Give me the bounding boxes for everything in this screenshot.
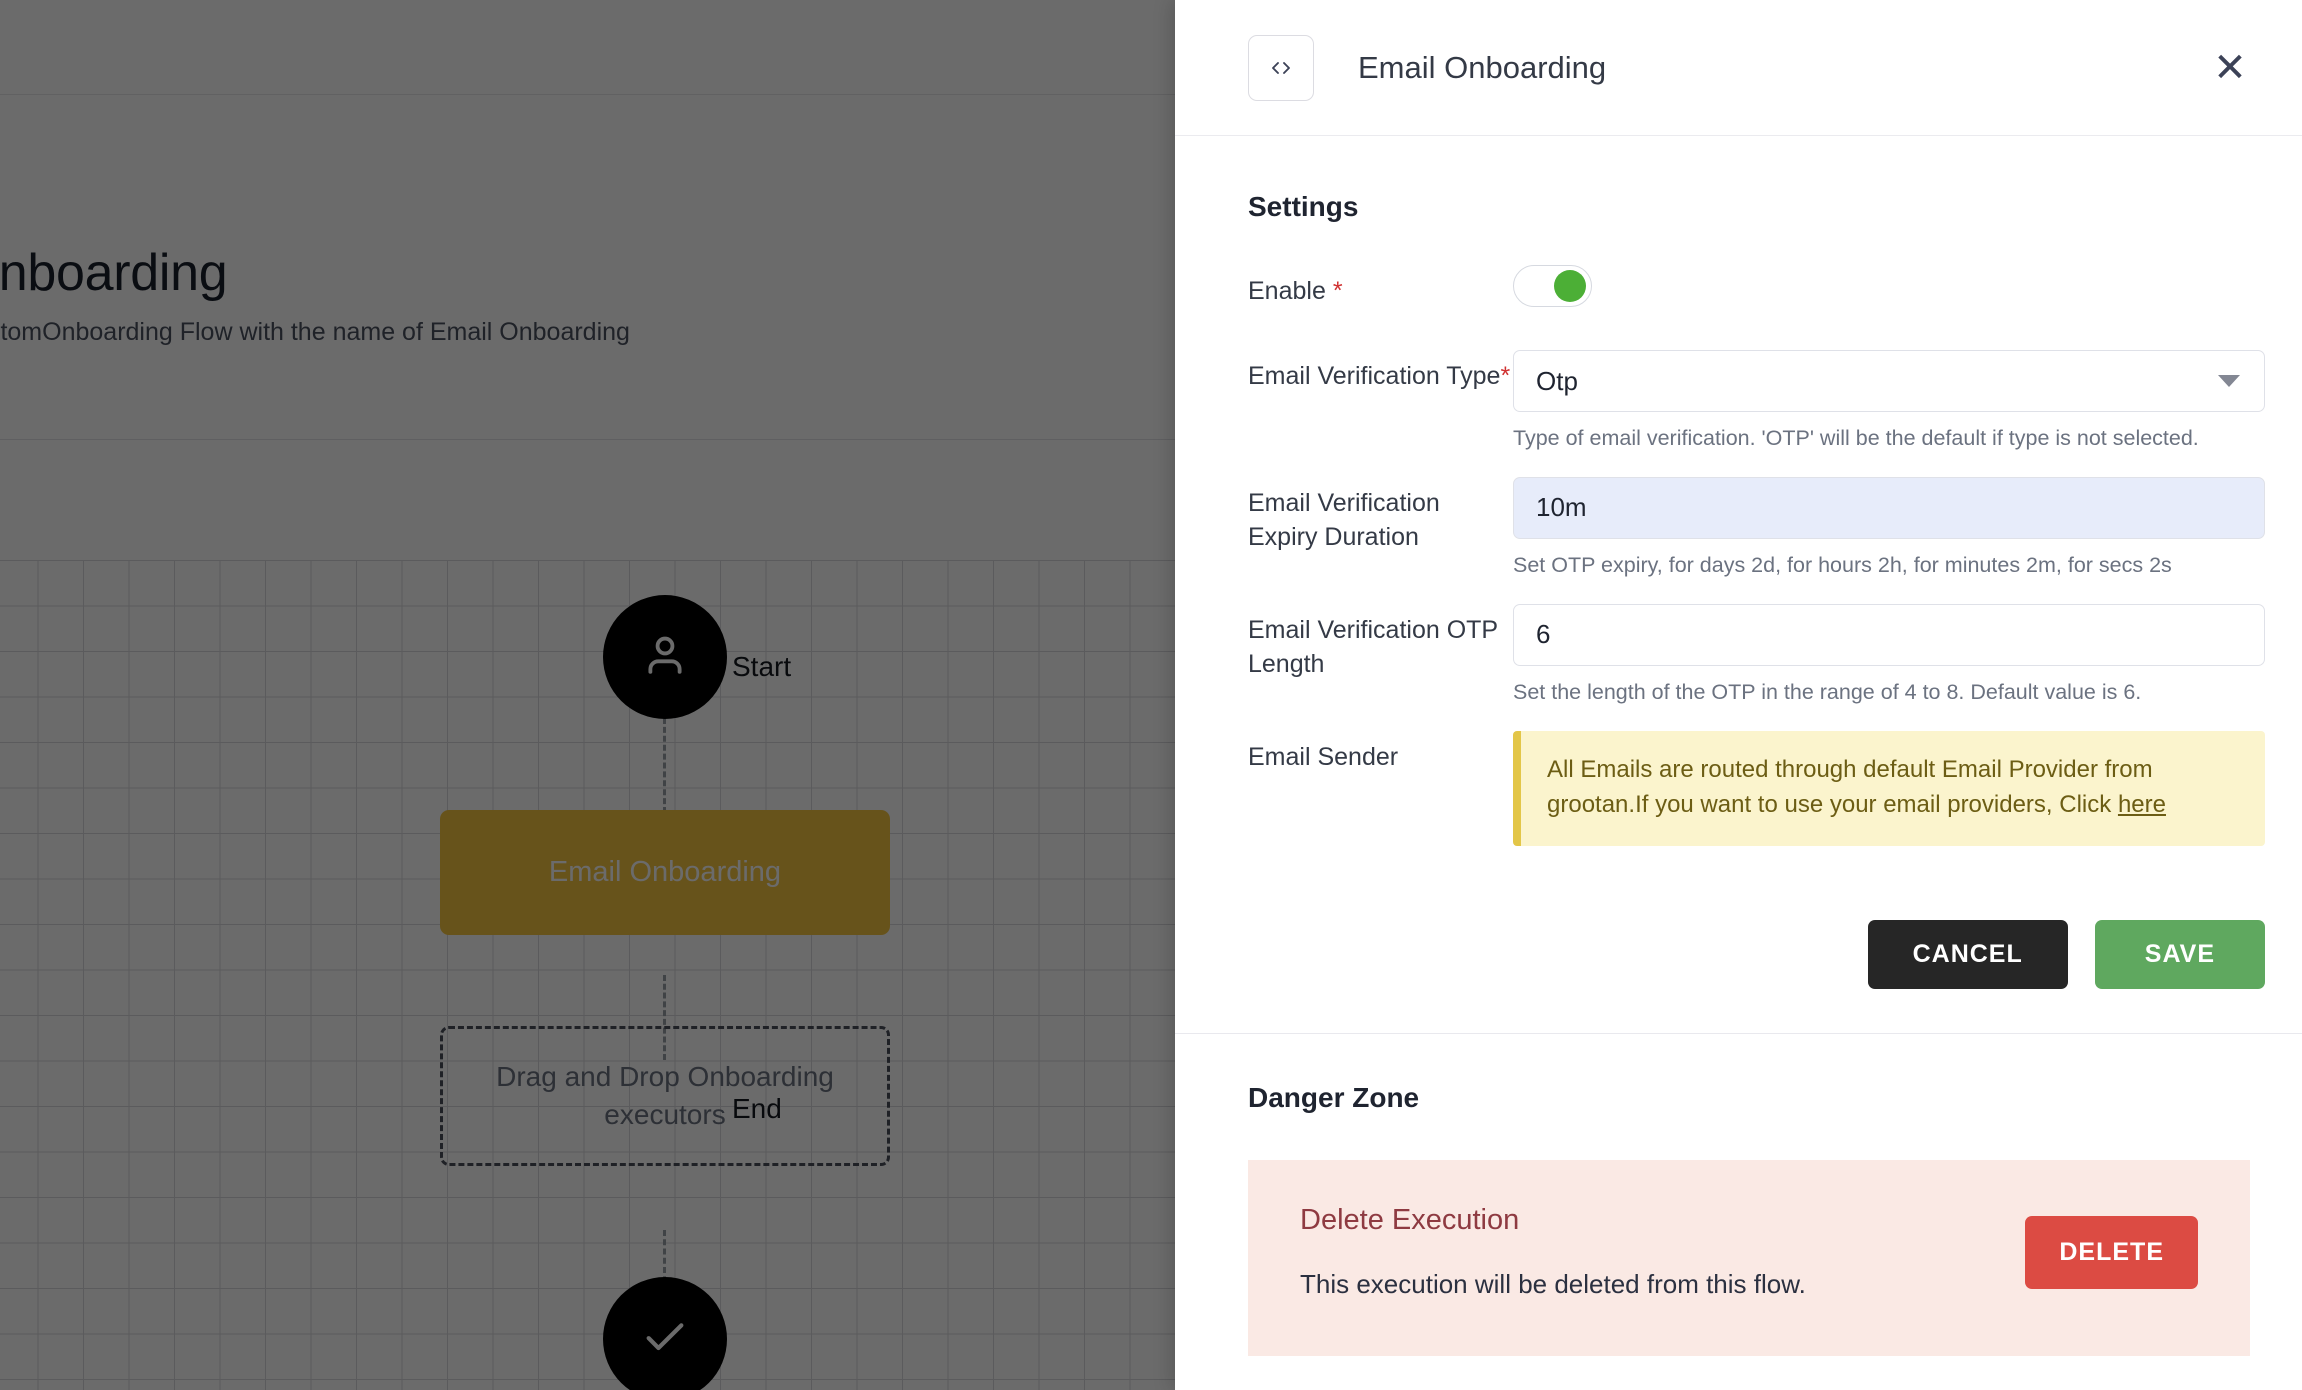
drawer-body: Settings Enable * Email Verification Typ…: [1175, 136, 2302, 1390]
app-root: ck il Onboarding CustomOnboarding Flow w…: [0, 0, 2302, 1390]
required-marker: *: [1332, 277, 1343, 305]
delete-execution-title: Delete Execution: [1300, 1204, 1520, 1237]
drawer-header: Email Onboarding ✕: [1175, 0, 2302, 136]
otp-length-label: Email Verification OTP Length: [1248, 615, 1498, 678]
enable-control: [1513, 265, 2265, 312]
delete-execution-description: This execution will be deleted from this…: [1300, 1269, 1806, 1300]
field-row-expiry-duration: Email Verification Expiry Duration Set O…: [1248, 476, 2265, 580]
email-sender-control: All Emails are routed through default Em…: [1513, 730, 2265, 847]
chevron-down-icon: [2218, 375, 2240, 387]
expiry-duration-help: Set OTP expiry, for days 2d, for hours 2…: [1513, 552, 2172, 577]
verification-type-select[interactable]: Otp: [1513, 350, 2265, 412]
flow-node-email-onboarding[interactable]: Email Onboarding: [440, 810, 890, 935]
verification-type-label-text: Email Verification Type: [1248, 362, 1501, 390]
danger-zone-title: Danger Zone: [1248, 1082, 1420, 1114]
flow-dropzone-label: Drag and Drop Onboarding executors: [496, 1061, 834, 1130]
delete-execution-panel: Delete Execution This execution will be …: [1248, 1160, 2250, 1357]
flow-connector: [663, 718, 666, 813]
verification-type-control: Otp Type of email verification. 'OTP' wi…: [1513, 350, 2265, 453]
verification-type-label: Email Verification Type*: [1248, 350, 1513, 453]
expiry-duration-control: Set OTP expiry, for days 2d, for hours 2…: [1513, 476, 2265, 580]
settings-actions: CANCEL SAVE: [1248, 920, 2265, 990]
expiry-duration-input[interactable]: [1513, 476, 2265, 539]
otp-length-input[interactable]: [1513, 603, 2265, 666]
code-brackets-icon-button[interactable]: [1248, 34, 1314, 101]
field-row-email-sender: Email Sender All Emails are routed throu…: [1248, 730, 2265, 847]
settings-drawer: Email Onboarding ✕ Settings Enable * Ema…: [1175, 0, 2302, 1390]
delete-execution-text: Delete Execution This execution will be …: [1300, 1204, 2025, 1300]
flow-node-start-label: Start: [732, 651, 792, 682]
close-icon-button[interactable]: ✕: [2208, 46, 2252, 90]
flow-node-end[interactable]: [603, 1277, 727, 1390]
enable-label-text: Enable: [1248, 277, 1326, 305]
settings-section: Settings Enable * Email Verification Typ…: [1175, 136, 2302, 1033]
flow-node-end-label: End: [732, 1093, 782, 1124]
field-row-enable: Enable *: [1248, 265, 2265, 312]
email-sender-alert: All Emails are routed through default Em…: [1513, 730, 2265, 847]
expiry-duration-label: Email Verification Expiry Duration: [1248, 488, 1440, 551]
flow-node-start[interactable]: [603, 595, 727, 719]
email-sender-alert-text: All Emails are routed through default Em…: [1547, 755, 2153, 818]
field-row-otp-length: Email Verification OTP Length Set the le…: [1248, 603, 2265, 707]
page-title: il Onboarding: [0, 244, 228, 302]
settings-section-title: Settings: [1248, 191, 1359, 222]
otp-length-control: Set the length of the OTP in the range o…: [1513, 603, 2265, 707]
delete-button[interactable]: DELETE: [2025, 1215, 2198, 1289]
email-sender-label: Email Sender: [1248, 742, 1399, 771]
verification-type-help: Type of email verification. 'OTP' will b…: [1513, 426, 2199, 450]
cancel-button[interactable]: CANCEL: [1867, 920, 2068, 990]
toggle-knob: [1554, 270, 1586, 302]
field-row-verification-type: Email Verification Type* Otp Type of ema…: [1248, 350, 2265, 453]
enable-toggle[interactable]: [1513, 265, 1592, 307]
flow-dropzone[interactable]: Drag and Drop Onboarding executors: [440, 1026, 890, 1166]
enable-label: Enable *: [1248, 265, 1513, 312]
drawer-title: Email Onboarding: [1358, 49, 1607, 85]
page-subtitle: CustomOnboarding Flow with the name of E…: [0, 318, 630, 346]
otp-length-help: Set the length of the OTP in the range o…: [1513, 679, 2142, 704]
save-button[interactable]: SAVE: [2094, 920, 2265, 990]
check-icon: [637, 1309, 693, 1370]
email-sender-alert-link[interactable]: here: [2118, 791, 2166, 818]
user-icon: [638, 628, 692, 687]
verification-type-value: Otp: [1536, 365, 1578, 396]
flow-node-email-onboarding-label: Email Onboarding: [548, 856, 782, 888]
required-marker: *: [1500, 362, 1511, 390]
danger-zone-section: Danger Zone Delete Execution This execut…: [1175, 1034, 2302, 1357]
